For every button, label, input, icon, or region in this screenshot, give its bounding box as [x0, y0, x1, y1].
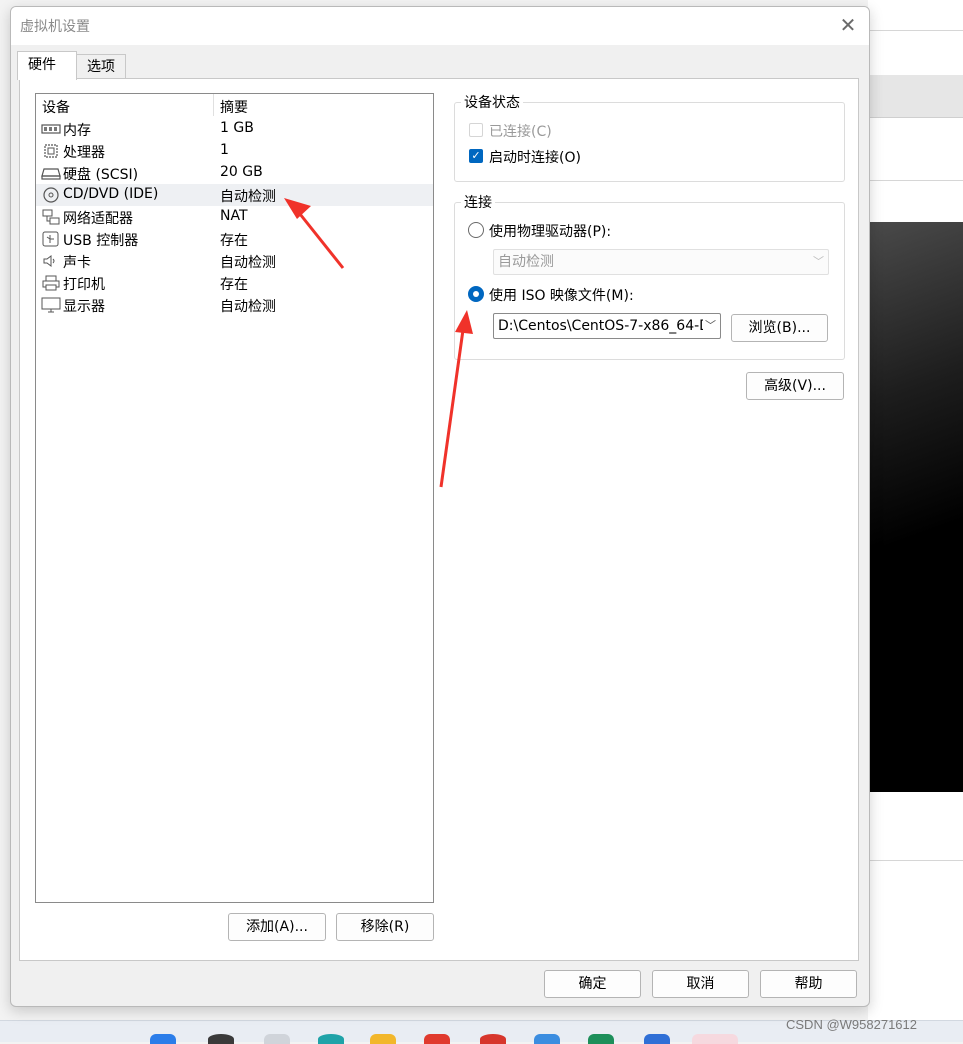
device-status-group: 设备状态 [454, 92, 845, 182]
iso-image-radio[interactable] [468, 286, 484, 302]
ok-button[interactable]: 确定 [544, 970, 641, 998]
device-summary: NAT [220, 208, 248, 224]
connected-checkbox[interactable] [469, 123, 483, 137]
physical-drive-select[interactable]: 自动检测 ﹀ [493, 249, 829, 275]
app-icon[interactable] [534, 1034, 560, 1044]
edge-browser-icon[interactable] [318, 1034, 344, 1044]
iso-image-label: 使用 ISO 映像文件(M): [489, 288, 634, 304]
physical-drive-radio[interactable] [468, 222, 484, 238]
memory-icon [41, 124, 61, 134]
device-summary: 自动检测 [220, 189, 276, 205]
device-summary: 20 GB [220, 164, 263, 180]
cd-dvd-icon [43, 187, 59, 203]
device-summary: 1 [220, 142, 229, 158]
device-row-processor[interactable]: 处理器 1 [36, 140, 433, 162]
cancel-button[interactable]: 取消 [652, 970, 749, 998]
app-icon[interactable] [588, 1034, 614, 1044]
app-icon[interactable] [644, 1034, 670, 1044]
background-vm-screen [868, 222, 963, 792]
chevron-down-icon: ﹀ [703, 314, 716, 338]
hard-disk-icon [41, 168, 61, 180]
task-view-icon[interactable] [264, 1034, 290, 1044]
sound-card-icon [43, 255, 55, 267]
background-divider [868, 180, 963, 181]
app-icon[interactable] [692, 1034, 738, 1044]
iso-path-combobox[interactable]: D:\Centos\CentOS-7-x86_64-D ﹀ [493, 313, 721, 339]
usb-icon [42, 231, 59, 247]
device-row-display[interactable]: 显示器 自动检测 [36, 294, 433, 316]
help-button[interactable]: 帮助 [760, 970, 857, 998]
display-icon [41, 297, 61, 313]
file-explorer-icon[interactable] [370, 1034, 396, 1044]
search-icon[interactable] [208, 1034, 234, 1044]
device-row-memory[interactable]: 内存 1 GB [36, 118, 433, 140]
device-row-hard-disk[interactable]: 硬盘 (SCSI) 20 GB [36, 162, 433, 184]
vm-settings-dialog: 虚拟机设置 ✕ 硬件 选项 设备 摘要 内存 1 GB 处理器 1 硬盘 (SC… [10, 6, 870, 1007]
connected-label: 已连接(C) [489, 124, 552, 140]
device-name: 显示器 [63, 299, 105, 315]
device-name: CD/DVD (IDE) [63, 186, 159, 202]
app-icon[interactable] [480, 1034, 506, 1044]
device-list[interactable]: 设备 摘要 内存 1 GB 处理器 1 硬盘 (SCSI) 20 GB CD/D… [35, 93, 434, 903]
iso-path-value: D:\Centos\CentOS-7-x86_64-D [498, 318, 710, 334]
advanced-button[interactable]: 高级(V)... [746, 372, 844, 400]
device-row-sound-card[interactable]: 声卡 自动检测 [36, 250, 433, 272]
device-summary: 存在 [220, 277, 248, 293]
device-name: 内存 [63, 123, 91, 139]
chevron-down-icon: ﹀ [813, 255, 824, 268]
device-summary: 自动检测 [220, 299, 276, 315]
device-name: USB 控制器 [63, 233, 139, 249]
device-row-usb-controller[interactable]: USB 控制器 存在 [36, 228, 433, 250]
add-device-button[interactable]: 添加(A)... [228, 913, 326, 941]
office-icon[interactable] [424, 1034, 450, 1044]
title-bar: 虚拟机设置 ✕ [11, 7, 869, 45]
physical-drive-value: 自动检测 [498, 254, 554, 270]
device-name: 处理器 [63, 145, 105, 161]
connect-at-power-on-checkbox[interactable]: ✓ [469, 149, 483, 163]
watermark: CSDN @W958271612 [786, 1017, 917, 1032]
column-header-summary[interactable]: 摘要 [220, 97, 248, 117]
device-status-label: 设备状态 [461, 92, 523, 112]
close-icon[interactable]: ✕ [835, 13, 861, 39]
column-divider[interactable] [213, 94, 214, 116]
device-name: 网络适配器 [63, 211, 133, 227]
browse-button[interactable]: 浏览(B)... [731, 314, 828, 342]
processor-icon [44, 144, 58, 158]
tab-hardware[interactable]: 硬件 [17, 51, 77, 80]
connection-label: 连接 [461, 192, 495, 212]
device-name: 硬盘 (SCSI) [63, 167, 139, 183]
device-summary: 自动检测 [220, 255, 276, 271]
list-header: 设备 摘要 [36, 94, 433, 116]
printer-icon [42, 275, 60, 291]
network-adapter-icon [42, 209, 60, 225]
background-toolbar [868, 75, 963, 118]
connect-at-power-on-label: 启动时连接(O) [489, 150, 581, 166]
device-row-cd-dvd[interactable]: CD/DVD (IDE) 自动检测 [36, 184, 433, 206]
device-row-network-adapter[interactable]: 网络适配器 NAT [36, 206, 433, 228]
background-divider [868, 860, 963, 861]
device-name: 打印机 [63, 277, 105, 293]
window-title: 虚拟机设置 [20, 19, 90, 35]
device-name: 声卡 [63, 255, 91, 271]
tab-options[interactable]: 选项 [76, 54, 126, 79]
remove-device-button[interactable]: 移除(R) [336, 913, 434, 941]
device-summary: 存在 [220, 233, 248, 249]
column-header-device[interactable]: 设备 [42, 97, 70, 117]
background-divider [868, 30, 963, 31]
physical-drive-label: 使用物理驱动器(P): [489, 224, 612, 240]
device-row-printer[interactable]: 打印机 存在 [36, 272, 433, 294]
device-summary: 1 GB [220, 120, 254, 136]
windows-start-icon[interactable] [150, 1034, 176, 1044]
